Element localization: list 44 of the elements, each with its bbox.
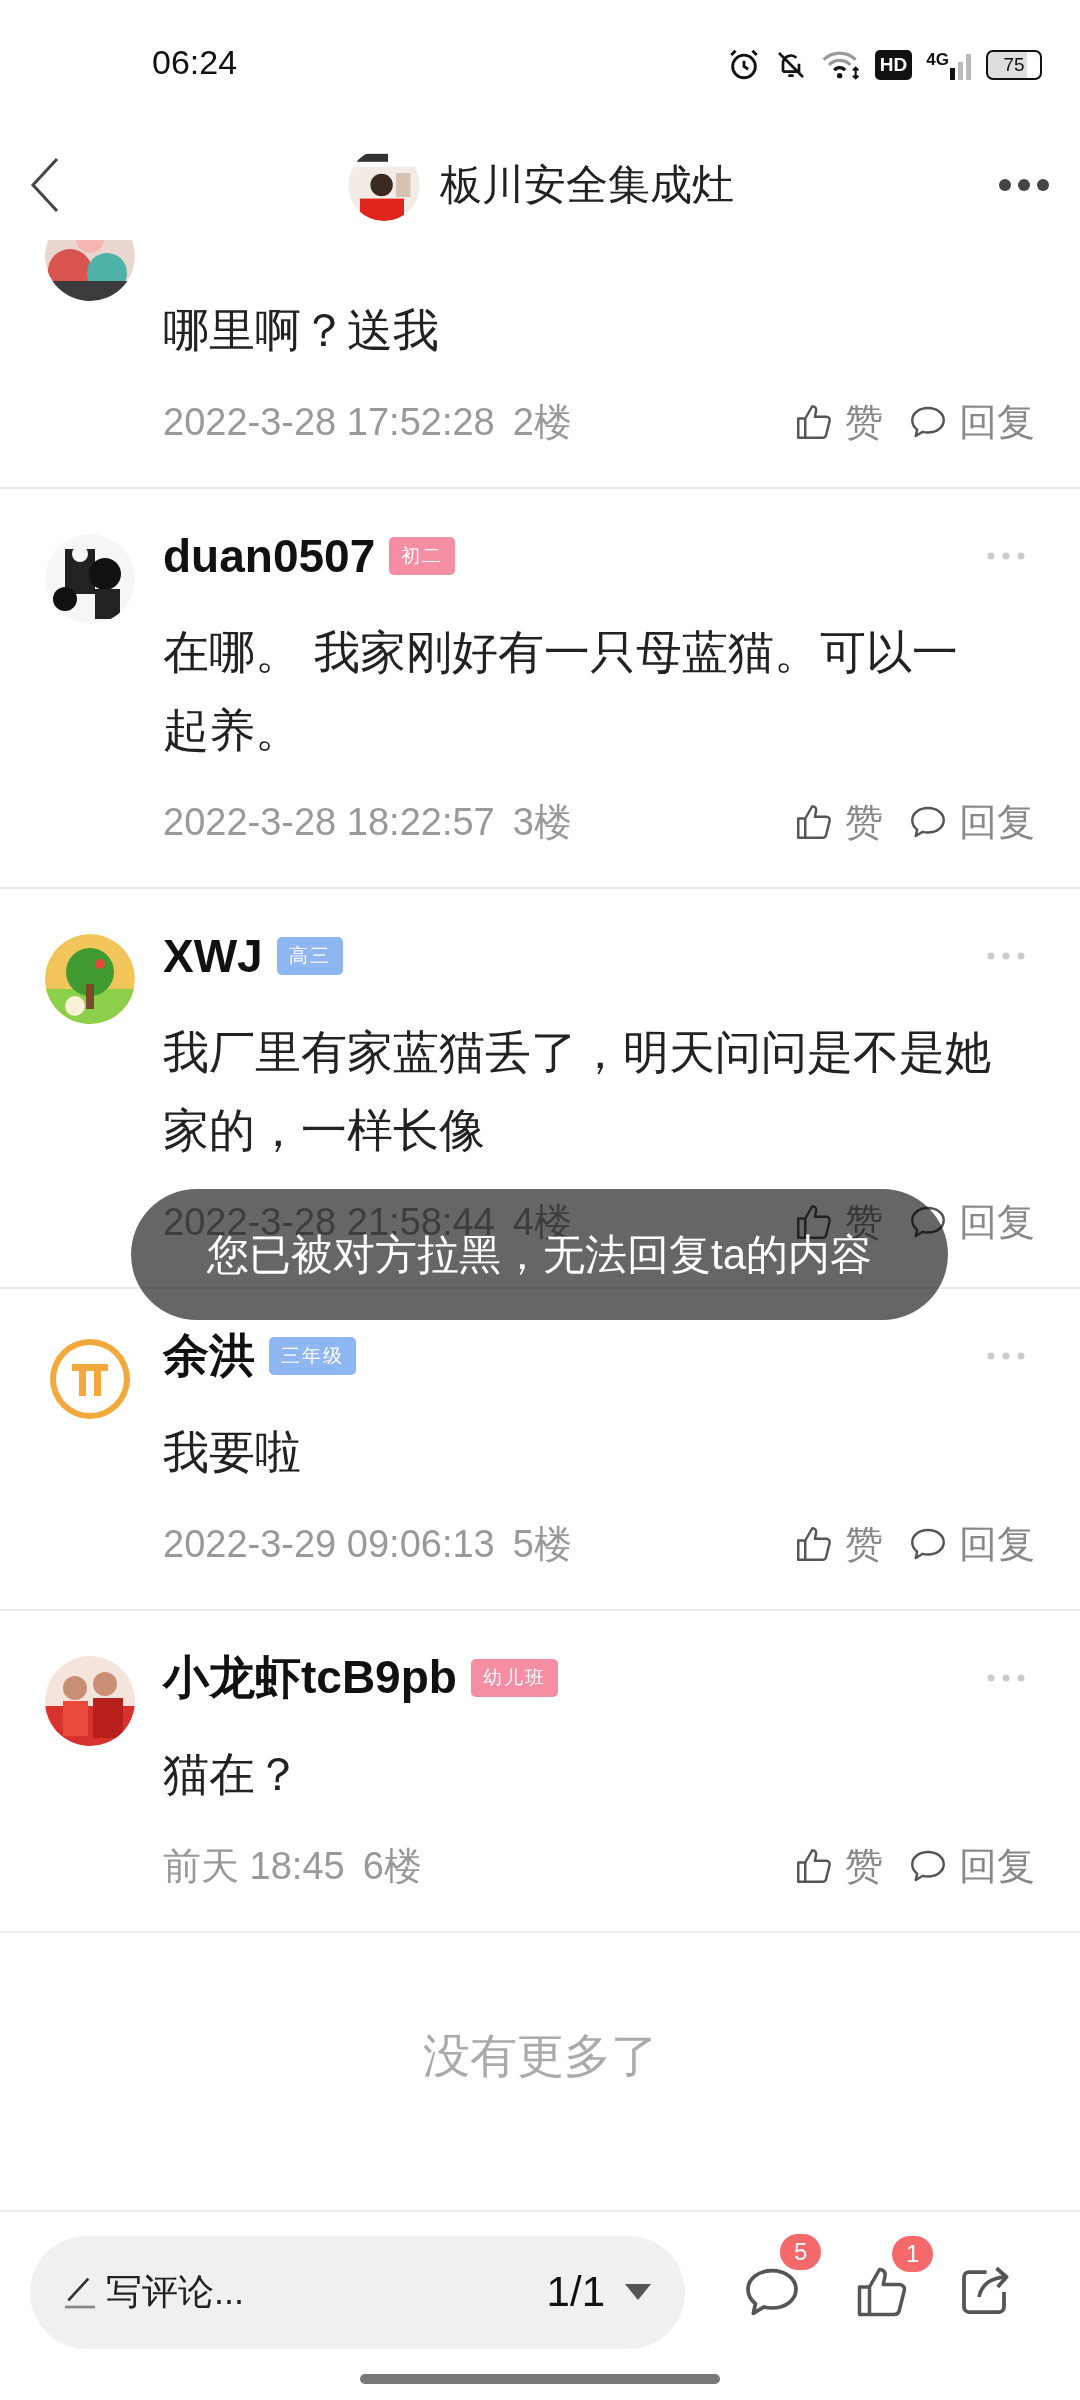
count-badge: 1 (892, 2236, 934, 2272)
comment-text: 我厂里有家蓝猫丢了，明天问问是不是她家的，一样长像 (163, 1025, 992, 1158)
header-title: 板川安全集成灶 (440, 160, 734, 210)
comment-text: 哪里啊？送我 (163, 303, 440, 358)
like-link[interactable]: 赞 (845, 1840, 883, 1892)
user-name[interactable]: 余洪 (163, 1325, 255, 1387)
like-link[interactable]: 赞 (845, 796, 883, 848)
comment-text: 在哪。 我家刚好有一只母蓝猫。可以一起养。 (163, 625, 959, 758)
reply-link[interactable]: 回复 (959, 1196, 1035, 1248)
reply-link[interactable]: 回复 (959, 1840, 1035, 1892)
hd-badge: HD (874, 50, 913, 80)
level-tag: 初二 (389, 537, 456, 575)
user-name[interactable]: XWJ (163, 929, 263, 983)
like-link[interactable]: 赞 (845, 1518, 883, 1570)
more-icon[interactable] (998, 178, 1050, 192)
reply-link[interactable]: 回复 (959, 796, 1035, 848)
end-note: 没有更多了 (421, 2028, 659, 2084)
post-time: 2022-3-28 17:52:28 (163, 400, 495, 444)
reply-link[interactable]: 回复 (959, 1518, 1035, 1570)
post-time: 前天 18:45 (163, 1843, 345, 1889)
count-badge: 5 (780, 2234, 822, 2270)
floor-number: 3楼 (512, 799, 572, 845)
post-time: 2022-3-29 09:06:13 (163, 1522, 495, 1566)
level-tag: 高三 (276, 937, 343, 975)
level-tag: 幼儿班 (470, 1659, 558, 1697)
floor-number: 5楼 (512, 1521, 572, 1567)
dropdown-icon[interactable] (625, 2284, 651, 2300)
like-link[interactable]: 赞 (845, 396, 883, 448)
reply-link[interactable]: 回复 (959, 396, 1035, 448)
post-time: 2022-3-28 18:22:57 (163, 800, 495, 844)
network-label: 4G (926, 50, 949, 70)
comment-field[interactable]: 写评论... 1/1 (30, 2235, 685, 2349)
page-indicator[interactable]: 1/1 (546, 2268, 605, 2316)
battery-indicator: 75 (986, 50, 1042, 80)
floor-number: 2楼 (512, 399, 572, 445)
user-name[interactable]: duan0507 (163, 529, 376, 583)
user-name[interactable]: 小龙虾tcB9pb (163, 1647, 457, 1709)
floor-number: 6楼 (362, 1843, 422, 1889)
clock-time: 06:24 (152, 42, 238, 82)
wifi-icon (820, 49, 861, 81)
back-icon[interactable] (30, 157, 60, 213)
comment-text: 我要啦 (163, 1425, 302, 1480)
comment-text: 猫在？ (163, 1747, 302, 1802)
level-tag: 三年级 (269, 1337, 356, 1375)
